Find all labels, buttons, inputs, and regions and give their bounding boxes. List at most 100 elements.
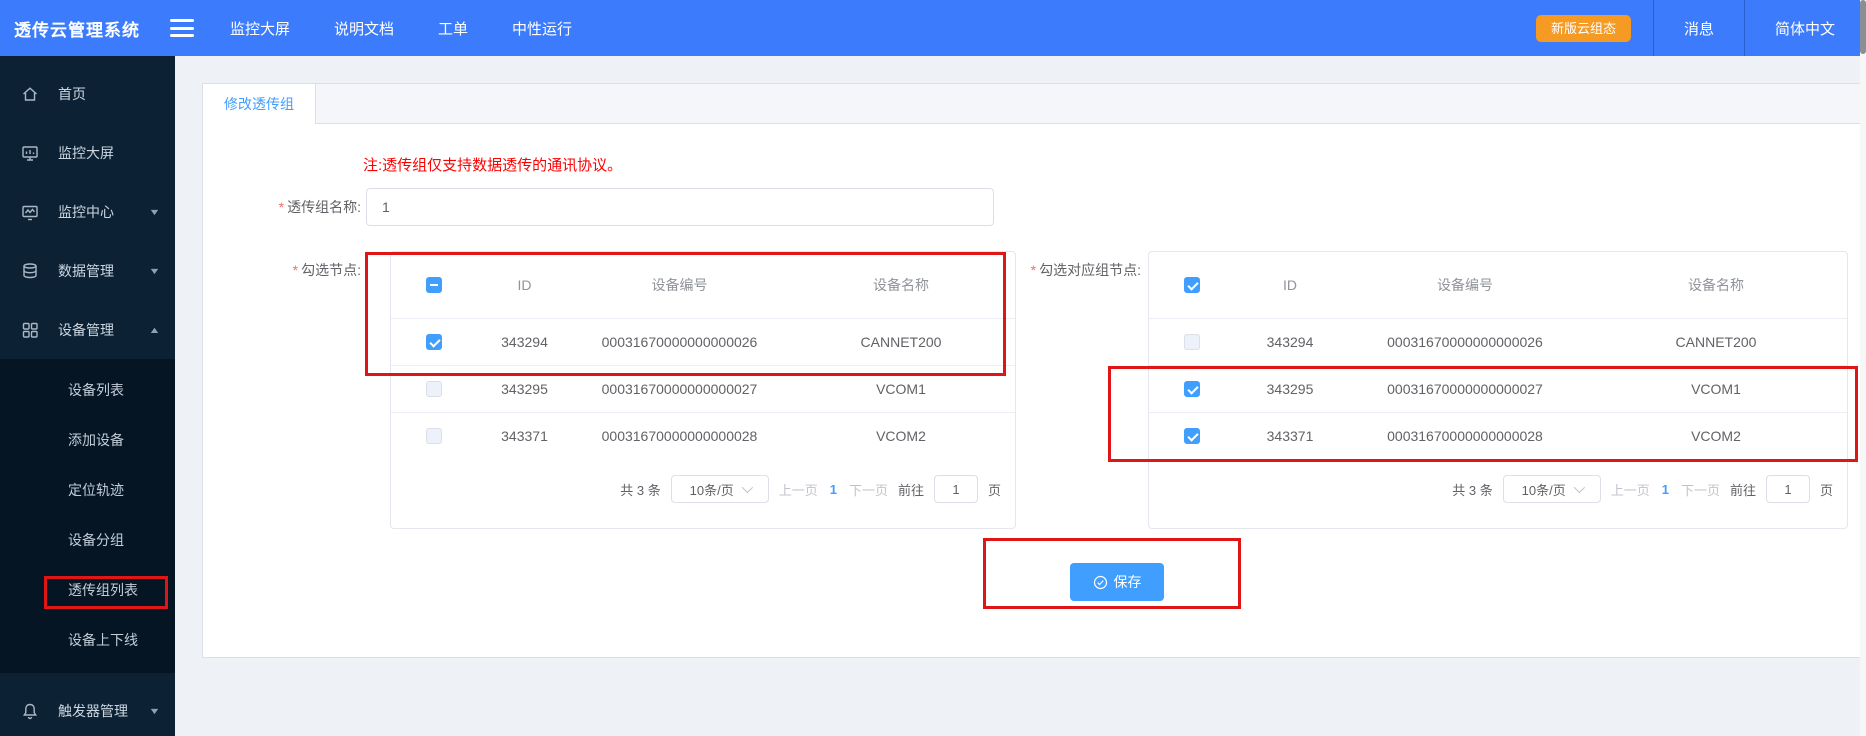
chevron-down-icon: ▼ bbox=[148, 265, 161, 276]
topbar-right: 新版云组态 消息 简体中文 bbox=[1535, 0, 1866, 56]
sidebar-item-data-manage[interactable]: 数据管理 ▼ bbox=[0, 241, 175, 300]
chevron-up-icon: ▲ bbox=[148, 324, 161, 335]
pagination-total: 共 3 条 bbox=[1452, 482, 1493, 498]
save-button[interactable]: 保存 bbox=[1070, 563, 1164, 601]
monitor-center-icon bbox=[20, 202, 39, 221]
prev-page-button[interactable]: 上一页 bbox=[779, 480, 818, 499]
table-row: 343371 00031670000000000028 VCOM2 bbox=[391, 412, 1015, 459]
goto-unit: 页 bbox=[987, 482, 1001, 498]
sidebar-item-label: 数据管理 bbox=[58, 262, 114, 279]
sidebar-subitem-add-device[interactable]: 添加设备 bbox=[0, 415, 175, 465]
scrollbar-thumb[interactable] bbox=[1860, 0, 1866, 54]
device-manage-submenu: 设备列表 添加设备 定位轨迹 设备分组 透传组列表 设备上下线 bbox=[0, 359, 175, 673]
cell-name: CANNET200 bbox=[860, 334, 942, 350]
goto-page-input[interactable] bbox=[933, 475, 978, 503]
chevron-down-icon bbox=[1573, 481, 1585, 494]
sidebar-subitem-device-group[interactable]: 设备分组 bbox=[0, 515, 175, 565]
nav-neutral-run[interactable]: 中性运行 bbox=[512, 18, 572, 39]
next-page-button[interactable]: 下一页 bbox=[849, 480, 888, 499]
col-header-name: 设备名称 bbox=[1688, 277, 1744, 293]
nav-docs[interactable]: 说明文档 bbox=[334, 18, 394, 39]
table-row: 343295 00031670000000000027 VCOM1 bbox=[1149, 365, 1847, 412]
prev-page-button[interactable]: 上一页 bbox=[1611, 480, 1650, 499]
sidebar-item-label: 设备管理 bbox=[58, 321, 114, 338]
monitor-icon bbox=[20, 143, 39, 162]
sidebar-subitem-passthrough-group-list[interactable]: 透传组列表 bbox=[0, 565, 175, 615]
cell-name: VCOM1 bbox=[1691, 381, 1741, 397]
page-number[interactable]: 1 bbox=[828, 482, 839, 497]
scrollbar[interactable] bbox=[1860, 0, 1866, 736]
row-checkbox[interactable] bbox=[426, 334, 442, 350]
sidebar-item-monitor-center[interactable]: 监控中心 ▼ bbox=[0, 182, 175, 241]
col-header-id: ID bbox=[517, 277, 532, 293]
tab-modify-passthrough-group[interactable]: 修改透传组 bbox=[203, 84, 316, 124]
group-name-input[interactable] bbox=[366, 188, 994, 226]
cell-code: 00031670000000000026 bbox=[601, 334, 758, 350]
required-mark: * bbox=[278, 199, 285, 215]
sidebar-item-device-manage[interactable]: 设备管理 ▲ bbox=[0, 300, 175, 359]
cell-name: VCOM2 bbox=[876, 428, 926, 444]
page-number[interactable]: 1 bbox=[1660, 482, 1671, 497]
sidebar-subitem-device-online-offline[interactable]: 设备上下线 bbox=[0, 615, 175, 665]
table-header-row: ID 设备编号 设备名称 bbox=[391, 252, 1015, 318]
cell-code: 00031670000000000028 bbox=[601, 428, 758, 444]
required-mark: * bbox=[1030, 262, 1037, 278]
cell-id: 343371 bbox=[501, 428, 548, 444]
table-header-row: ID 设备编号 设备名称 bbox=[1149, 252, 1847, 318]
home-icon bbox=[20, 84, 39, 103]
topbar: 透传云管理系统 监控大屏 说明文档 工单 中性运行 新版云组态 消息 简体中文 bbox=[0, 0, 1866, 56]
row-checkbox[interactable] bbox=[426, 428, 442, 444]
goto-label: 前往 bbox=[897, 482, 924, 498]
language-switcher[interactable]: 简体中文 bbox=[1743, 0, 1866, 56]
select-nodes-label: * 勾选节点: bbox=[292, 262, 361, 278]
col-header-code: 设备编号 bbox=[1437, 277, 1493, 293]
row-checkbox[interactable] bbox=[1184, 334, 1200, 350]
nav-monitor-screen[interactable]: 监控大屏 bbox=[230, 18, 290, 39]
cell-name: VCOM1 bbox=[876, 381, 926, 397]
chevron-down-icon: ▼ bbox=[148, 206, 161, 217]
sidebar-item-label: 触发器管理 bbox=[58, 702, 128, 719]
col-header-code: 设备编号 bbox=[651, 277, 708, 293]
top-navigation: 监控大屏 说明文档 工单 中性运行 bbox=[230, 18, 572, 39]
sidebar-item-label: 监控中心 bbox=[58, 203, 114, 220]
bell-icon bbox=[20, 701, 39, 720]
col-header-name: 设备名称 bbox=[873, 277, 929, 293]
table-row: 343294 00031670000000000026 CANNET200 bbox=[391, 318, 1015, 365]
sidebar-item-trigger-manage[interactable]: 触发器管理 ▼ bbox=[0, 681, 175, 736]
select-all-checkbox[interactable] bbox=[426, 277, 442, 293]
cell-id: 343295 bbox=[501, 381, 548, 397]
cell-id: 343294 bbox=[501, 334, 548, 350]
select-group-nodes-label: * 勾选对应组节点: bbox=[1030, 262, 1141, 278]
page-size-select[interactable]: 10条/页 bbox=[670, 475, 769, 503]
group-name-label: * 透传组名称: bbox=[278, 199, 361, 215]
nav-work-order[interactable]: 工单 bbox=[438, 18, 468, 39]
grid-icon bbox=[20, 320, 39, 339]
main-content: 修改透传组 注:透传组仅支持数据透传的通讯协议。 * 透传组名称: * 勾选节点… bbox=[175, 56, 1866, 736]
sidebar-subitem-device-list[interactable]: 设备列表 bbox=[0, 365, 175, 415]
sidebar-item-label: 首页 bbox=[58, 85, 86, 102]
circle-check-icon bbox=[1093, 575, 1107, 589]
messages-button[interactable]: 消息 bbox=[1652, 0, 1744, 56]
menu-collapse-icon[interactable] bbox=[170, 19, 194, 37]
table-row: 343294 00031670000000000026 CANNET200 bbox=[1149, 318, 1847, 365]
goto-page-input[interactable] bbox=[1765, 475, 1810, 503]
pagination-total: 共 3 条 bbox=[620, 482, 661, 498]
row-checkbox[interactable] bbox=[426, 381, 442, 397]
sidebar-item-label: 监控大屏 bbox=[58, 144, 114, 161]
row-checkbox[interactable] bbox=[1184, 428, 1200, 444]
sidebar-item-home[interactable]: 首页 bbox=[0, 64, 175, 123]
new-version-scada-button[interactable]: 新版云组态 bbox=[1535, 14, 1631, 42]
select-all-checkbox[interactable] bbox=[1184, 277, 1200, 293]
row-checkbox[interactable] bbox=[1184, 381, 1200, 397]
required-mark: * bbox=[292, 262, 299, 278]
sidebar-item-monitor-screen[interactable]: 监控大屏 bbox=[0, 123, 175, 182]
sidebar: 首页 监控大屏 监控中心 ▼ 数据管理 ▼ 设备管理 ▲ 设备列表 添加设备 定… bbox=[0, 56, 175, 736]
goto-unit: 页 bbox=[1819, 482, 1833, 498]
next-page-button[interactable]: 下一页 bbox=[1681, 480, 1720, 499]
pagination: 共 3 条 10条/页 上一页 1 下一页 前往 页 bbox=[1149, 475, 1847, 503]
goto-label: 前往 bbox=[1729, 482, 1756, 498]
cell-id: 343294 bbox=[1266, 334, 1314, 350]
page-size-select[interactable]: 10条/页 bbox=[1502, 475, 1601, 503]
protocol-note: 注:透传组仅支持数据透传的通讯协议。 bbox=[363, 157, 623, 174]
sidebar-subitem-locate-track[interactable]: 定位轨迹 bbox=[0, 465, 175, 515]
